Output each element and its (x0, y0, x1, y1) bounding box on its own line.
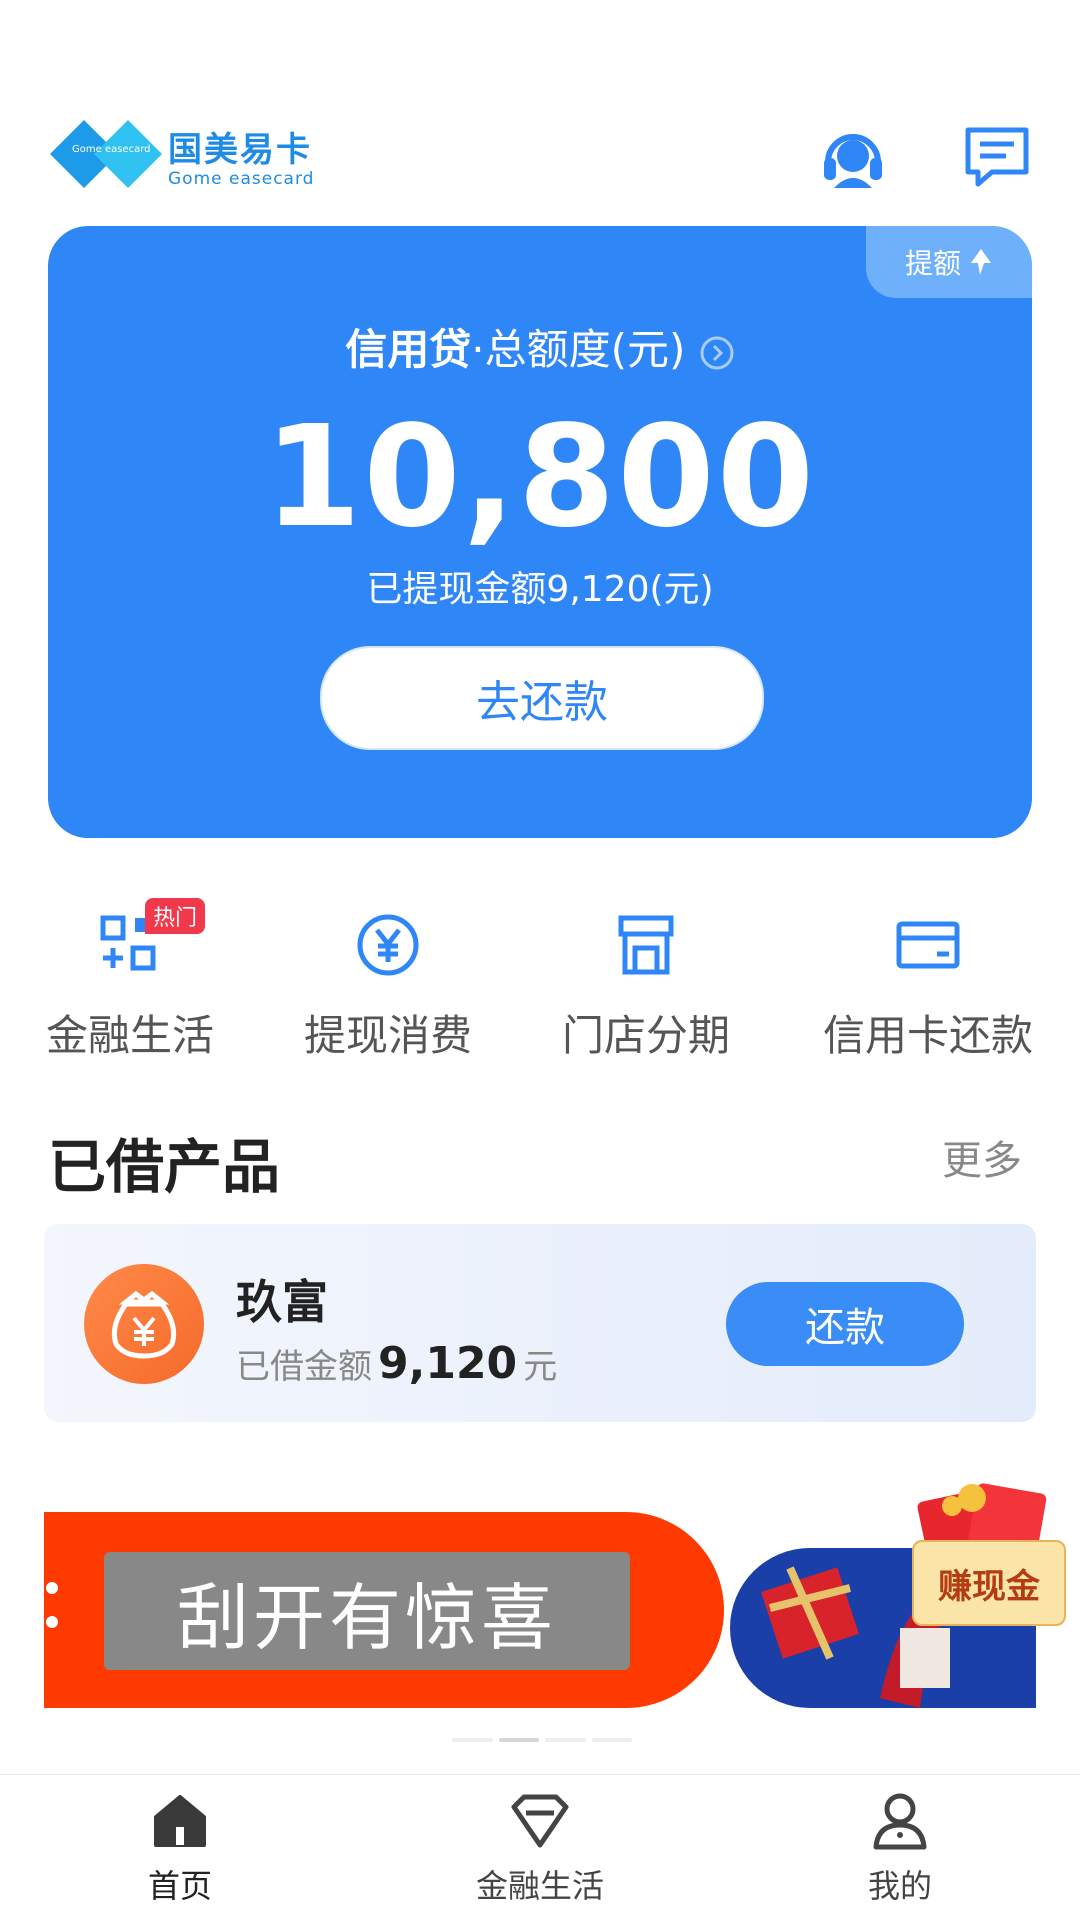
home-icon (148, 1789, 212, 1853)
arrow-up-icon (971, 249, 991, 275)
go-repay-button[interactable]: 去还款 (320, 646, 764, 750)
quick-action-card-repay[interactable]: 信用卡还款 (818, 910, 1038, 1063)
svg-text:Gome easecard: Gome easecard (72, 144, 151, 155)
quick-action-label: 金融生活 (45, 1011, 214, 1060)
headset-icon[interactable] (818, 122, 888, 192)
banner-pager (452, 1738, 632, 1742)
credit-title-rest: ·总额度(元) (471, 325, 686, 374)
banner-dots (46, 1582, 58, 1650)
quick-action-label: 门店分期 (561, 1011, 730, 1060)
apps-icon: 热门 (95, 898, 206, 980)
pager-dot (591, 1738, 632, 1742)
yuan-icon (353, 910, 423, 980)
pager-dot (545, 1738, 586, 1742)
tab-finance-life[interactable]: 金融生活 (440, 1789, 640, 1907)
credit-title-bold: 信用贷 (345, 325, 472, 374)
logo-mark-icon: Gome easecard (50, 120, 162, 188)
logo-text: 国美易卡 Gome easecard (168, 122, 314, 189)
borrowed-product-card[interactable]: 玖富 已借金额 9,120 元 还款 (44, 1224, 1036, 1422)
more-link[interactable]: 更多 (942, 1128, 1022, 1186)
quick-action-store-installment[interactable]: 门店分期 (536, 910, 756, 1063)
raise-limit-label: 提额 (904, 247, 961, 280)
withdrawn-amount: 已提现金额9,120(元) (366, 569, 714, 610)
amount-value: 9,120 (378, 1338, 518, 1389)
earn-cash-label: 赚现金 (912, 1540, 1066, 1626)
product-amount: 已借金额 9,120 元 (236, 1338, 557, 1389)
chevron-right-circle-icon[interactable] (699, 335, 735, 371)
amount-label: 已借金额 (236, 1347, 372, 1387)
scratch-card[interactable]: 刮开有惊喜 (104, 1552, 630, 1670)
quick-action-withdraw[interactable]: 提现消费 (278, 910, 498, 1063)
tab-home[interactable]: 首页 (80, 1789, 280, 1907)
quick-action-label: 信用卡还款 (822, 1011, 1033, 1060)
product-name: 玖富 (236, 1275, 328, 1329)
money-bag-icon (84, 1264, 204, 1384)
tab-label: 我的 (867, 1867, 932, 1905)
earn-cash-button[interactable]: 赚现金 (912, 1476, 1076, 1626)
credit-total: 10,800 (263, 396, 817, 559)
tab-label: 金融生活 (475, 1867, 604, 1905)
message-icon[interactable] (962, 122, 1032, 192)
credit-title: 信用贷·总额度(元) (48, 316, 1032, 377)
hot-badge: 热门 (145, 898, 206, 934)
amount-unit: 元 (523, 1347, 558, 1387)
tab-label: 首页 (147, 1867, 212, 1905)
borrowed-section-title: 已借产品 (48, 1133, 281, 1201)
card-icon (893, 910, 963, 980)
diamond-icon (508, 1789, 572, 1853)
user-icon (868, 1789, 932, 1853)
promo-banner[interactable]: 刮开有惊喜 (44, 1512, 1036, 1708)
tab-mine[interactable]: 我的 (800, 1789, 1000, 1907)
logo-cn: 国美易卡 (168, 130, 312, 170)
store-icon (611, 910, 681, 980)
pager-dot (452, 1738, 493, 1742)
bottom-tab-bar: 首页 金融生活 我的 (0, 1774, 1080, 1921)
logo-en: Gome easecard (168, 169, 315, 189)
pager-dot-active (498, 1738, 539, 1742)
quick-action-finance-life[interactable]: 热门 金融生活 (20, 898, 240, 1063)
raise-limit-button[interactable]: 提额 (866, 226, 1032, 298)
repay-button[interactable]: 还款 (726, 1282, 964, 1366)
credit-card-panel: 提额 信用贷·总额度(元) 10,800 已提现金额9,120(元) 去还款 (48, 226, 1032, 838)
banner-red-area: 刮开有惊喜 (44, 1512, 724, 1708)
quick-action-label: 提现消费 (303, 1011, 472, 1060)
